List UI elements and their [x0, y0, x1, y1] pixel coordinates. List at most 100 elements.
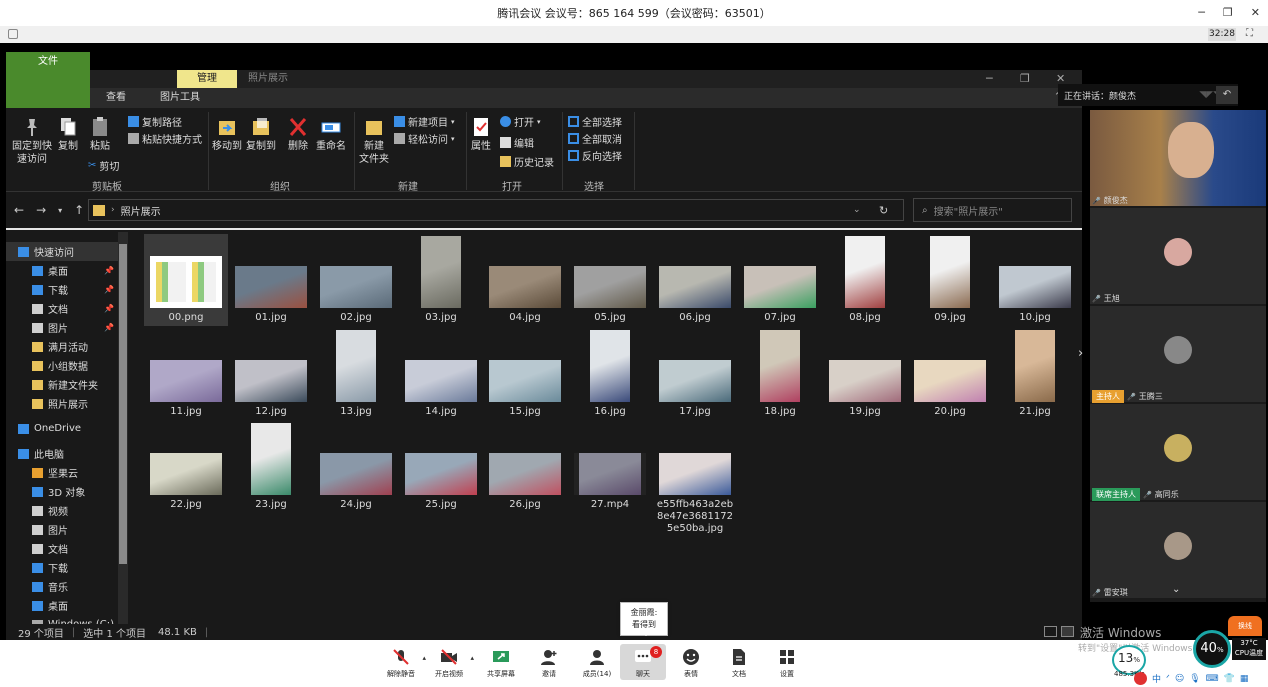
participant-tile[interactable]	[1090, 306, 1266, 402]
file-item[interactable]: 12.jpg	[229, 328, 313, 420]
manage-tab[interactable]: 管理	[177, 70, 237, 88]
file-item[interactable]: 09.jpg	[908, 234, 992, 326]
nav-item[interactable]: 照片展示	[6, 394, 118, 413]
rename-button[interactable]: 重命名	[314, 116, 348, 153]
nav-item[interactable]: 图片 📌	[6, 318, 118, 337]
forward-arrow-icon[interactable]: →	[36, 203, 46, 219]
nav-item[interactable]: 坚果云	[6, 463, 118, 482]
file-item[interactable]: 19.jpg	[823, 328, 907, 420]
recent-dropdown-icon[interactable]: ▾	[58, 203, 62, 219]
file-item[interactable]: 27.mp4	[568, 421, 652, 513]
paste-button[interactable]: 粘贴	[88, 116, 112, 153]
cut-button[interactable]: ✂ 剪切	[88, 158, 119, 173]
video-off-button[interactable]: 开启视频 ▴	[426, 648, 474, 679]
close-icon[interactable]: ✕	[1251, 6, 1260, 19]
file-item[interactable]: 04.jpg	[483, 234, 567, 326]
nav-item[interactable]: 满月活动	[6, 337, 118, 356]
nav-item[interactable]: 快速访问	[6, 242, 118, 261]
address-bar[interactable]: › 照片展示 ⌄ ↻	[88, 199, 904, 221]
file-item[interactable]: 10.jpg	[993, 234, 1077, 326]
panel-scroll-down-icon[interactable]: ⌄	[1172, 584, 1180, 595]
address-dropdown-icon[interactable]: ⌄	[853, 205, 873, 215]
new-item-button[interactable]: 新建项目 ▾	[394, 114, 455, 129]
refresh-icon[interactable]: ↻	[879, 204, 903, 217]
large-icons-view-icon[interactable]	[1061, 626, 1074, 637]
file-item[interactable]: 15.jpg	[483, 328, 567, 420]
skin-icon[interactable]: 👕	[1224, 674, 1235, 684]
file-item[interactable]: 08.jpg	[823, 234, 907, 326]
ribbon-tab[interactable]: 查看	[94, 88, 138, 108]
invert-selection-button[interactable]: 反向选择	[568, 148, 622, 163]
nav-item[interactable]: 桌面	[6, 596, 118, 615]
pin-quick-access-button[interactable]: 固定到快 速访问	[10, 116, 54, 166]
collapse-panel-icon[interactable]: ↶	[1216, 86, 1238, 104]
search-input[interactable]: ⌕ 搜索"照片展示"	[913, 198, 1072, 222]
history-button[interactable]: 历史记录	[500, 154, 554, 169]
details-view-icon[interactable]	[1044, 626, 1057, 637]
file-item[interactable]: 23.jpg	[229, 421, 313, 513]
ime-mode[interactable]: 中	[1152, 672, 1161, 685]
select-none-button[interactable]: 全部取消	[568, 131, 622, 146]
participant-tile[interactable]	[1090, 404, 1266, 500]
file-item[interactable]: 20.jpg	[908, 328, 992, 420]
keyboard-icon[interactable]: ⌨	[1206, 674, 1219, 684]
nav-item[interactable]: 此电脑	[6, 444, 118, 463]
options-arrow-icon[interactable]: ▴	[470, 654, 474, 662]
file-item[interactable]: 13.jpg	[314, 328, 398, 420]
file-item[interactable]: 14.jpg	[399, 328, 483, 420]
file-item[interactable]: 22.jpg	[144, 421, 228, 513]
nav-item[interactable]: 新建文件夹	[6, 375, 118, 394]
ribbon-tab[interactable]: 图片工具	[148, 88, 212, 108]
voice-icon[interactable]: 🎙	[1189, 674, 1200, 684]
members-button[interactable]: 成员(14)	[574, 648, 620, 679]
emoji-icon[interactable]: ☺	[1175, 674, 1184, 684]
sogou-icon[interactable]	[1134, 672, 1147, 685]
nav-item[interactable]: 视频	[6, 501, 118, 520]
delete-button[interactable]: 删除	[286, 116, 310, 153]
nav-item[interactable]: 小组数据	[6, 356, 118, 375]
file-item[interactable]: 02.jpg	[314, 234, 398, 326]
switch-line-badge[interactable]: 换线	[1228, 616, 1262, 636]
file-item[interactable]: 26.jpg	[483, 421, 567, 513]
mic-off-button[interactable]: 解除静音 ▴	[378, 648, 426, 679]
nav-item[interactable]: 文档 📌	[6, 299, 118, 318]
doc-button[interactable]: 文档	[716, 648, 762, 679]
nav-item[interactable]: 下载	[6, 558, 118, 577]
minimize-icon[interactable]: ─	[1198, 6, 1205, 19]
select-all-button[interactable]: 全部选择	[568, 114, 622, 129]
easy-access-button[interactable]: 轻松访问 ▾	[394, 131, 455, 146]
file-item[interactable]: 18.jpg	[738, 328, 822, 420]
file-item[interactable]: 05.jpg	[568, 234, 652, 326]
nav-item[interactable]: 文档	[6, 539, 118, 558]
settings-button[interactable]: 设置	[764, 648, 810, 679]
file-item[interactable]: 07.jpg	[738, 234, 822, 326]
up-arrow-icon[interactable]: ↑	[74, 203, 84, 219]
open-button[interactable]: 打开 ▾	[500, 114, 541, 129]
copy-to-button[interactable]: 复制到	[244, 116, 278, 153]
explorer-minimize-icon[interactable]: ─	[986, 70, 993, 88]
file-item[interactable]: 06.jpg	[653, 234, 737, 326]
nav-item[interactable]: 图片	[6, 520, 118, 539]
invite-button[interactable]: 邀请	[526, 648, 572, 679]
nav-item[interactable]: 3D 对象	[6, 482, 118, 501]
nav-item[interactable]: 桌面 📌	[6, 261, 118, 280]
file-item[interactable]: 16.jpg	[568, 328, 652, 420]
file-item[interactable]: 21.jpg	[993, 328, 1077, 420]
security-icon[interactable]	[8, 29, 18, 39]
file-item[interactable]: e55ffb463a2eb8e47e36811725e50ba.jpg	[653, 421, 737, 541]
share-screen-button[interactable]: 共享屏幕	[478, 648, 524, 679]
file-item[interactable]: 01.jpg	[229, 234, 313, 326]
copy-button[interactable]: 复制	[56, 116, 80, 153]
file-item[interactable]: 03.jpg	[399, 234, 483, 326]
nav-item[interactable]: Windows (C:)	[6, 615, 118, 624]
file-item[interactable]: 00.png	[144, 234, 228, 326]
nav-scrollbar-thumb[interactable]	[119, 244, 127, 564]
punctuation-icon[interactable]: ᐟ	[1166, 674, 1170, 684]
new-folder-button[interactable]: 新建 文件夹	[356, 116, 392, 166]
nav-item[interactable]: 下载 📌	[6, 280, 118, 299]
file-item[interactable]: 25.jpg	[399, 421, 483, 513]
move-to-button[interactable]: 移动到	[210, 116, 244, 153]
nav-item[interactable]: OneDrive	[6, 419, 118, 438]
edit-button[interactable]: 编辑	[500, 135, 534, 150]
explorer-maximize-icon[interactable]: ❐	[1020, 70, 1030, 88]
